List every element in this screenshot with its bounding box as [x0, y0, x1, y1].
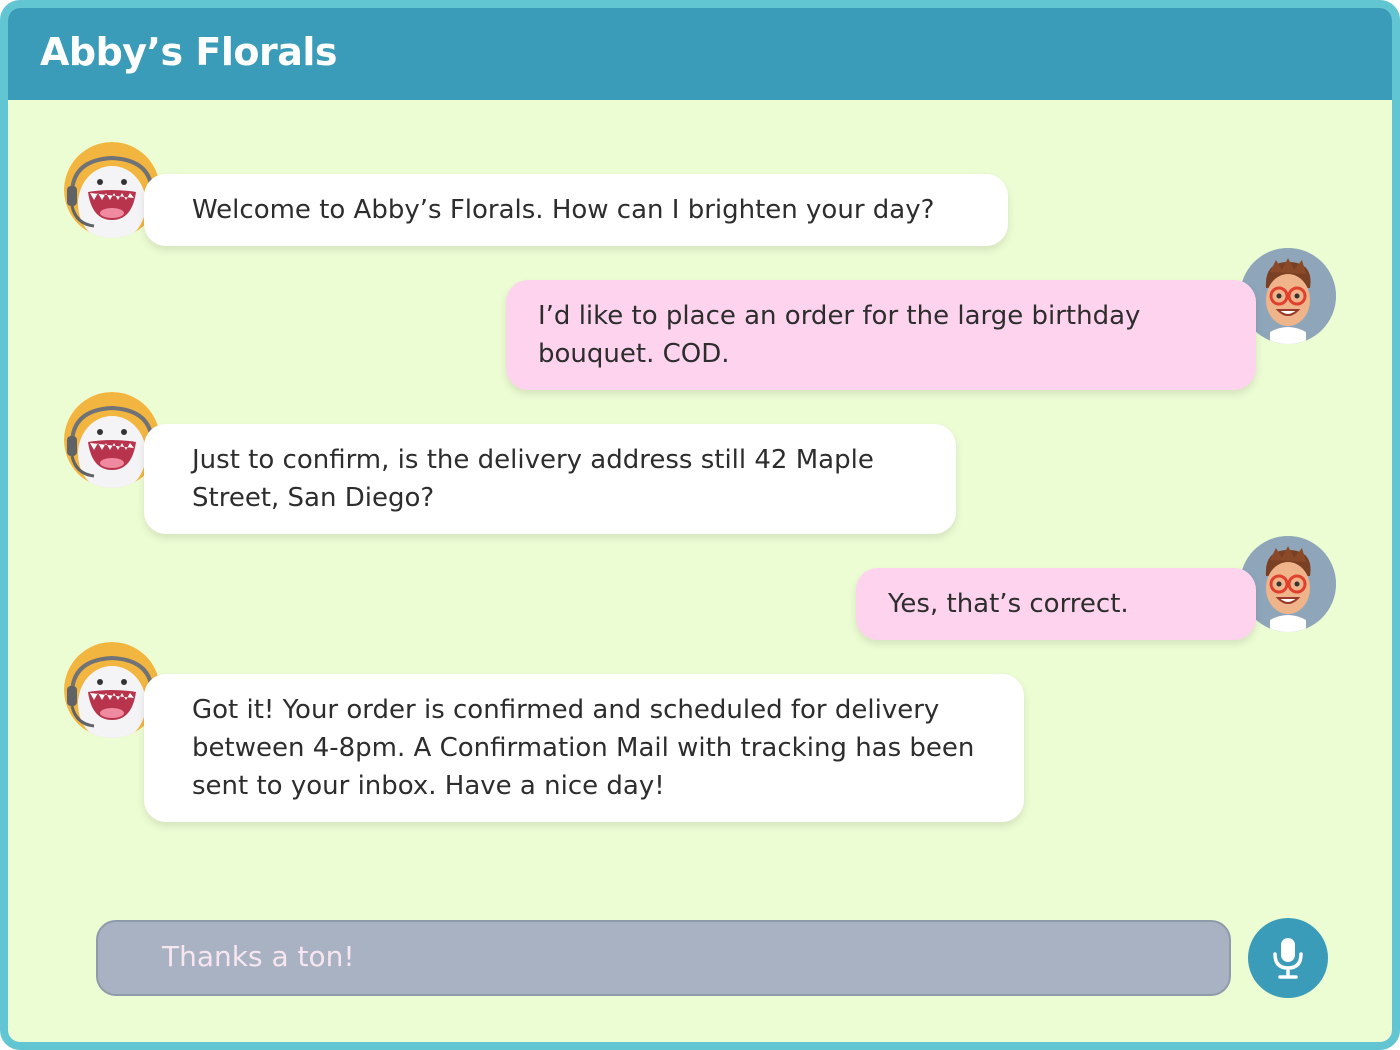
chat-header: Abby’s Florals [8, 8, 1392, 100]
message-input-text[interactable]: Thanks a ton! [162, 940, 355, 973]
microphone-button[interactable] [1248, 918, 1328, 998]
microphone-icon [1273, 938, 1303, 979]
message-text: Got it! Your order is confirmed and sche… [192, 695, 975, 801]
message-bubble-bot: Just to confirm, is the delivery address… [144, 424, 956, 534]
message-bubble-bot: Welcome to Abby’s Florals. How can I bri… [144, 174, 1008, 246]
message-input[interactable]: Thanks a ton! [96, 920, 1231, 996]
message-text: Just to confirm, is the delivery address… [192, 445, 874, 513]
message-bubble-bot: Got it! Your order is confirmed and sche… [144, 674, 1024, 822]
message-text: I’d like to place an order for the large… [538, 301, 1141, 369]
message-bubble-user: I’d like to place an order for the large… [506, 280, 1256, 390]
app-title: Abby’s Florals [40, 30, 337, 74]
message-text: Welcome to Abby’s Florals. How can I bri… [192, 195, 935, 225]
message-text: Yes, that’s correct. [888, 589, 1129, 619]
chat-window: Abby’s Florals Welcome to Abby’s Florals… [0, 0, 1400, 1050]
message-bubble-user: Yes, that’s correct. [856, 568, 1256, 640]
